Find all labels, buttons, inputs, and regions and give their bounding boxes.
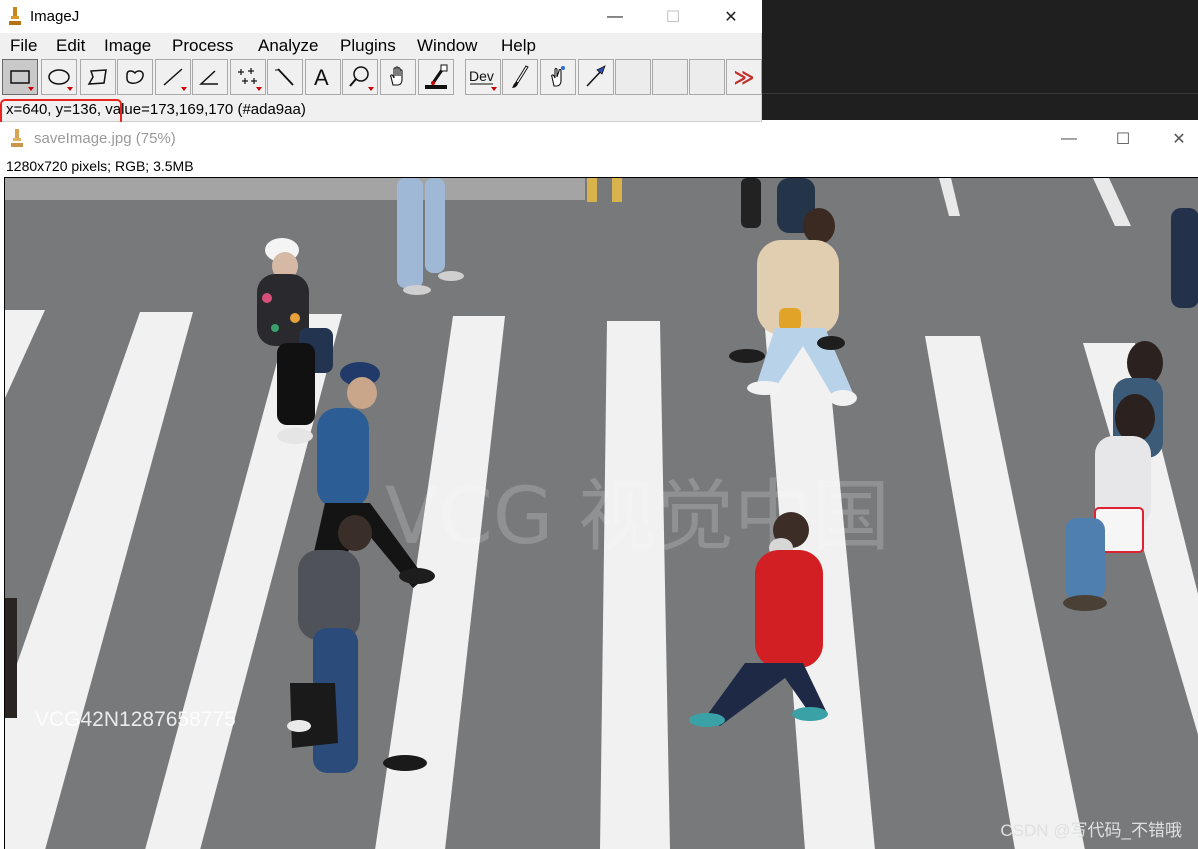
image-id-overlay: VCG42N1287658775 <box>35 708 236 731</box>
menu-image[interactable]: Image <box>104 36 151 56</box>
image-info: 1280x720 pixels; RGB; 3.5MB <box>6 158 194 174</box>
dev-menu-icon[interactable]: Dev <box>465 59 501 95</box>
flood-fill-icon[interactable] <box>540 59 576 95</box>
polygon-tool-icon[interactable] <box>80 59 116 95</box>
image-window: saveImage.jpg (75%) — ☐ ✕ 1280x720 pixel… <box>0 122 1198 849</box>
hand-tool-icon[interactable] <box>380 59 416 95</box>
maximize-button[interactable]: ☐ <box>644 0 702 33</box>
zoom-tool-icon[interactable] <box>342 59 378 95</box>
arrow-tool-icon[interactable] <box>578 59 614 95</box>
maximize-button[interactable]: ☐ <box>1094 122 1152 156</box>
menu-bar: File Edit Image Process Analyze Plugins … <box>0 34 762 58</box>
point-tool-icon[interactable] <box>230 59 266 95</box>
menu-window[interactable]: Window <box>417 36 477 56</box>
rectangle-tool-icon[interactable] <box>2 59 38 95</box>
csdn-watermark: CSDN @写代码_不错哦 <box>1000 821 1182 840</box>
window-title: ImageJ <box>30 8 80 25</box>
menu-analyze[interactable]: Analyze <box>258 36 318 56</box>
image-canvas[interactable]: VCG 视觉中国 VCG42N1287658775 CSDN @写代码_不错哦 <box>4 177 1198 849</box>
imagej-main-window: ImageJ — ☐ ✕ File Edit Image Process Ana… <box>0 0 762 126</box>
imagej-app-icon <box>11 129 23 147</box>
empty-slot-2 <box>652 59 688 95</box>
angle-tool-icon[interactable] <box>192 59 228 95</box>
crosswalk-photo: VCG 视觉中国 <box>5 178 1198 849</box>
menu-process[interactable]: Process <box>172 36 233 56</box>
menu-file[interactable]: File <box>10 36 37 56</box>
svg-text:A: A <box>314 65 329 89</box>
close-button[interactable]: ✕ <box>702 0 760 33</box>
empty-slot-3 <box>689 59 725 95</box>
close-button[interactable]: ✕ <box>1150 122 1198 156</box>
more-tools-icon[interactable]: ≫ <box>726 59 762 95</box>
freehand-tool-icon[interactable] <box>117 59 153 95</box>
color-picker-icon[interactable] <box>418 59 454 95</box>
menu-plugins[interactable]: Plugins <box>340 36 396 56</box>
oval-tool-icon[interactable] <box>41 59 77 95</box>
menu-help[interactable]: Help <box>501 36 536 56</box>
line-tool-icon[interactable] <box>155 59 191 95</box>
more-tools-label: ≫ <box>733 66 755 89</box>
wand-tool-icon[interactable] <box>267 59 303 95</box>
svg-text:VCG 视觉中国: VCG 视觉中国 <box>385 472 890 562</box>
empty-slot-1 <box>615 59 651 95</box>
svg-text:Dev: Dev <box>469 68 494 84</box>
minimize-button[interactable]: — <box>586 0 644 33</box>
title-bar[interactable]: ImageJ — ☐ ✕ <box>0 0 762 33</box>
background-desktop <box>762 0 1198 120</box>
imagej-app-icon <box>9 7 21 25</box>
text-tool-icon[interactable]: A <box>305 59 341 95</box>
image-window-title: saveImage.jpg (75%) <box>34 130 176 147</box>
brush-tool-icon[interactable] <box>502 59 538 95</box>
minimize-button[interactable]: — <box>1040 122 1098 156</box>
tool-bar: A Dev ≫ <box>2 59 762 97</box>
menu-edit[interactable]: Edit <box>56 36 85 56</box>
